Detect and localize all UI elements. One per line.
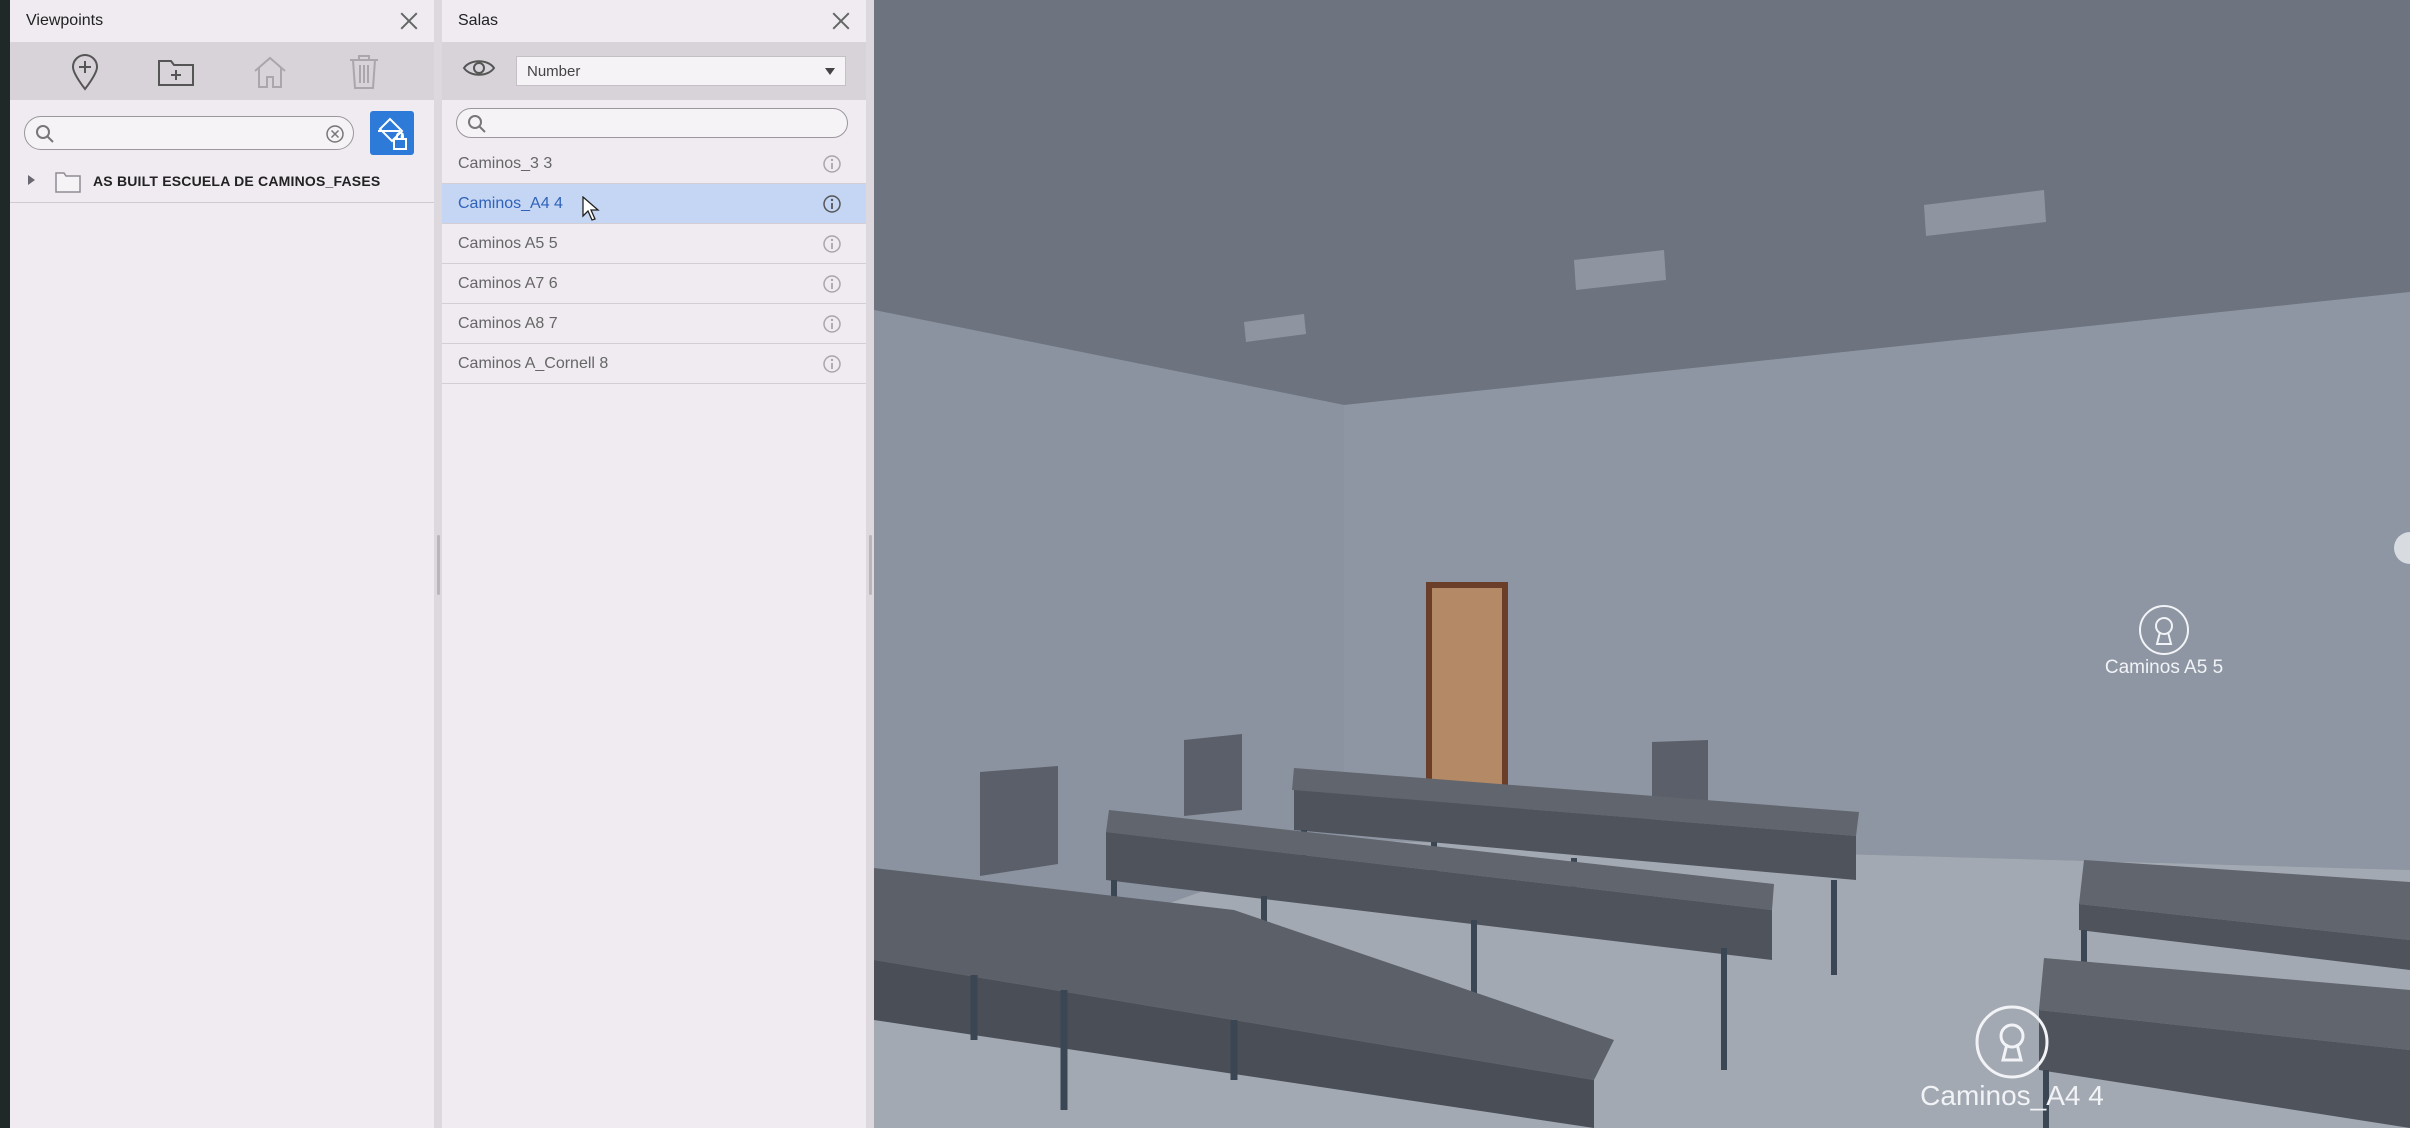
room-list: Caminos_3 3 Caminos_A4 4 Caminos A5 5 Ca… — [442, 144, 866, 384]
folder-icon — [55, 172, 81, 193]
room-item[interactable]: Caminos A7 6 — [442, 264, 866, 304]
viewpoints-panel: Viewpoints AS BUILT ESCUELA DE CAMINOS_F… — [10, 0, 435, 1128]
salas-title: Salas — [458, 12, 499, 29]
room-label: Caminos_A4 4 — [458, 195, 563, 212]
info-icon[interactable] — [822, 274, 842, 294]
3d-viewport[interactable]: Caminos A5 5 Caminos_A4 4 — [874, 0, 2410, 1128]
info-icon[interactable] — [822, 314, 842, 334]
marker-label: Caminos A5 5 — [2105, 657, 2223, 678]
salas-panel: Salas Number Caminos_3 3 Caminos_A4 4 Ca… — [442, 0, 867, 1128]
viewpoints-header: Viewpoints — [10, 0, 434, 42]
info-icon[interactable] — [822, 354, 842, 374]
paint-bucket-lock-button[interactable] — [370, 111, 414, 155]
viewpoints-search-row — [10, 100, 434, 164]
viewpoints-title: Viewpoints — [26, 12, 104, 29]
marker-overlay: Caminos A5 5 Caminos_A4 4 — [1920, 532, 2410, 1111]
room-item[interactable]: Caminos A5 5 — [442, 224, 866, 264]
salas-header: Salas — [442, 0, 866, 42]
close-salas-button[interactable] — [830, 10, 852, 32]
chevron-down-icon — [825, 68, 835, 75]
add-viewpoint-button[interactable] — [65, 52, 105, 92]
location-pin-plus-icon — [71, 54, 99, 91]
room-label: Caminos A5 5 — [458, 235, 558, 252]
mouse-cursor-icon — [582, 196, 600, 221]
info-icon[interactable] — [822, 194, 842, 214]
window-frame-edge — [0, 0, 10, 1128]
sort-by-select[interactable]: Number — [516, 56, 846, 86]
delete-button[interactable] — [344, 52, 384, 92]
room-label: Caminos A7 6 — [458, 275, 558, 292]
room-label: Caminos_3 3 — [458, 155, 553, 172]
paint-bucket-lock-icon — [378, 117, 407, 150]
room-item[interactable]: Caminos_3 3 — [442, 144, 866, 184]
room-item-selected[interactable]: Caminos_A4 4 — [442, 184, 866, 224]
viewpoints-search-input[interactable] — [63, 123, 307, 142]
info-icon[interactable] — [822, 234, 842, 254]
salas-toolbar: Number — [442, 42, 866, 100]
trash-icon — [350, 55, 378, 89]
viewpoint-marker[interactable]: Caminos A5 5 — [2105, 605, 2223, 678]
marker-label: Caminos_A4 4 — [1920, 1080, 2104, 1111]
sort-by-value: Number — [527, 63, 581, 80]
room-item[interactable]: Caminos A8 7 — [442, 304, 866, 344]
viewpoints-search-field[interactable] — [24, 116, 354, 150]
resize-grip — [437, 535, 440, 595]
folder-plus-icon — [158, 60, 194, 86]
tree-item-label: AS BUILT ESCUELA DE CAMINOS_FASES — [93, 173, 381, 189]
home-icon — [254, 56, 286, 88]
room-label: Caminos A8 7 — [458, 315, 558, 332]
resize-grip — [869, 535, 872, 595]
info-icon[interactable] — [822, 154, 842, 174]
expand-arrow-icon[interactable] — [28, 175, 35, 185]
tree-item-folder[interactable]: AS BUILT ESCUELA DE CAMINOS_FASES — [10, 162, 434, 203]
clear-search-icon[interactable] — [325, 124, 345, 144]
viewpoint-marker[interactable]: Caminos_A4 4 — [1920, 1005, 2104, 1111]
eye-icon[interactable] — [462, 56, 496, 80]
salas-search-field[interactable] — [456, 108, 848, 138]
add-folder-button[interactable] — [156, 52, 196, 92]
search-icon — [36, 125, 54, 143]
salas-search-input[interactable] — [493, 113, 827, 132]
room-item[interactable]: Caminos A_Cornell 8 — [442, 344, 866, 384]
search-icon — [468, 115, 486, 133]
navigation-handle[interactable] — [2394, 532, 2410, 564]
salas-search-row — [442, 100, 866, 144]
room-label: Caminos A_Cornell 8 — [458, 355, 609, 372]
home-button[interactable] — [250, 52, 290, 92]
viewpoints-toolbar — [10, 42, 434, 100]
close-viewpoints-button[interactable] — [398, 10, 420, 32]
